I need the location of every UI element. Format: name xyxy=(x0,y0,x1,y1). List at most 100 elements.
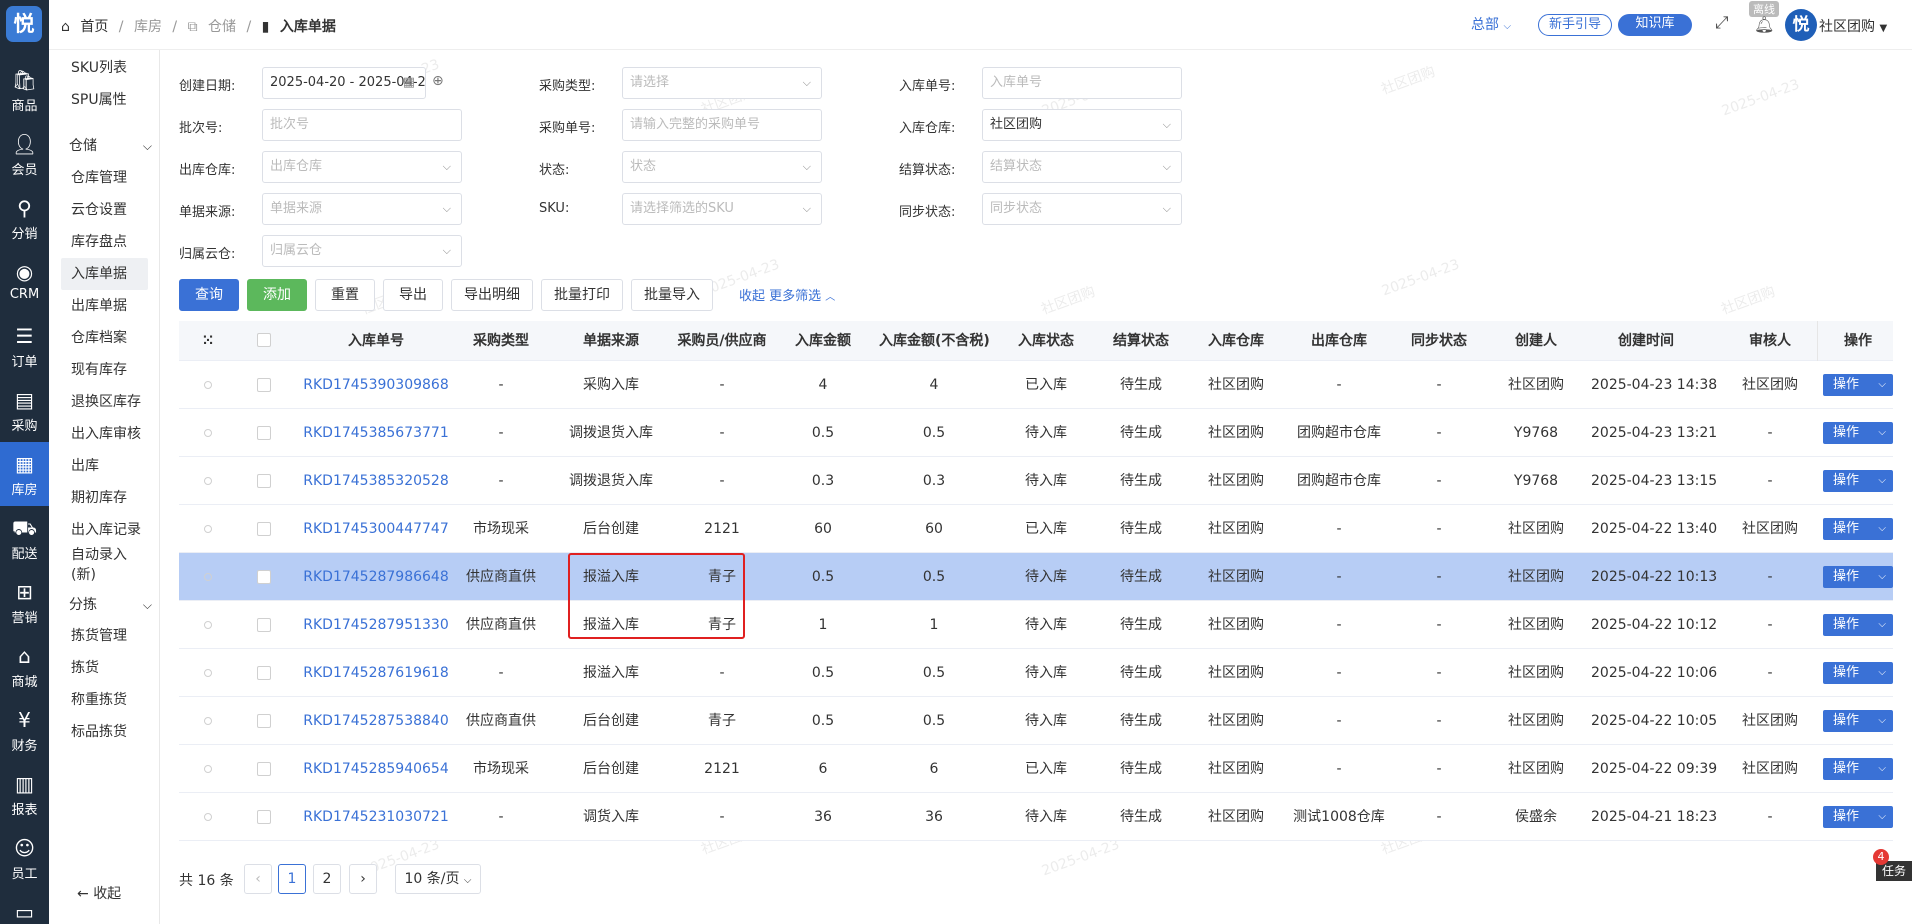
subnav-item-13[interactable]: 期初库存 xyxy=(49,482,159,514)
row-operation-button[interactable]: 操作 ⌵ xyxy=(1823,374,1893,396)
page-1-button[interactable]: 1 xyxy=(278,864,306,894)
batch-input[interactable]: 批次号 xyxy=(262,109,462,141)
iconbar-item-7[interactable]: ⛟ 配送 xyxy=(0,506,49,570)
row-operation-button[interactable]: 操作 ⌵ xyxy=(1823,614,1893,636)
row-checkbox[interactable] xyxy=(257,618,271,632)
iconbar-item-4[interactable]: ☰ 订单 xyxy=(0,314,49,378)
iconbar-item-9[interactable]: ⌂ 商城 xyxy=(0,634,49,698)
table-row[interactable]: RKD1745385320528 - 调拨退货入库 - 0.3 0.3 待入库 待生成 社区团购… xyxy=(179,457,1893,505)
batch-import-button[interactable]: 批量导入 xyxy=(631,279,713,311)
app-logo[interactable]: 悦 xyxy=(6,6,42,42)
inbound-no-link[interactable]: RKD1745287951330 xyxy=(301,601,451,649)
iconbar-item-3[interactable]: ◉ CRM xyxy=(0,250,49,314)
column-settings-icon[interactable]: ⁙ xyxy=(198,322,218,360)
row-radio[interactable] xyxy=(204,477,212,485)
create-date-range-input[interactable]: 2025-04-20 - 2025-04-23 ▦ xyxy=(262,67,426,99)
row-operation-button[interactable]: 操作 ⌵ xyxy=(1823,518,1893,540)
reset-button[interactable]: 重置 xyxy=(315,279,375,311)
subnav-item-16[interactable]: 分拣 ⌵ xyxy=(49,589,159,621)
iconbar-item-2[interactable]: ⚲ 分销 xyxy=(0,186,49,250)
subnav-item-3[interactable]: 仓库管理 xyxy=(49,162,159,194)
subnav-item-0[interactable]: SKU列表 xyxy=(49,52,159,84)
row-radio[interactable] xyxy=(204,717,212,725)
avatar[interactable]: 悦 xyxy=(1785,9,1817,41)
batch-print-button[interactable]: 批量打印 xyxy=(541,279,623,311)
table-row[interactable]: RKD1745287951330 供应商直供 报溢入库 青子 1 1 待入库 待生成 社区团购 -… xyxy=(179,601,1893,649)
row-checkbox[interactable] xyxy=(257,810,271,824)
row-checkbox[interactable] xyxy=(257,474,271,488)
row-radio[interactable] xyxy=(204,429,212,437)
row-radio[interactable] xyxy=(204,813,212,821)
sku-select[interactable]: 请选择筛选的SKU ⌵ xyxy=(622,193,822,225)
new-user-guide-button[interactable]: 新手引导 xyxy=(1538,14,1612,36)
inbound-wh-select[interactable]: 社区团购 ⌵ xyxy=(982,109,1182,141)
user-menu[interactable]: 社区团购 ▼ xyxy=(1819,16,1887,36)
row-checkbox[interactable] xyxy=(257,426,271,440)
row-operation-button[interactable]: 操作 ⌵ xyxy=(1823,470,1893,492)
table-row[interactable]: RKD1745285940654 市场现采 后台创建 2121 6 6 已入库 待生成 社区团购… xyxy=(179,745,1893,793)
subnav-item-12[interactable]: 出库 xyxy=(49,450,159,482)
source-select[interactable]: 单据来源 ⌵ xyxy=(262,193,462,225)
iconbar-item-0[interactable]: 🛍︎ 商品 xyxy=(0,58,49,122)
fullscreen-icon[interactable]: ⤢ xyxy=(1715,13,1729,33)
export-detail-button[interactable]: 导出明细 xyxy=(451,279,533,311)
iconbar-item-13[interactable]: ▭ xyxy=(0,890,49,924)
add-circle-icon[interactable]: ⊕ xyxy=(432,73,444,89)
subnav-item-7[interactable]: 出库单据 xyxy=(49,290,159,322)
status-select[interactable]: 状态 ⌵ xyxy=(622,151,822,183)
inbound-no-link[interactable]: RKD1745385673771 xyxy=(301,409,451,457)
home-icon[interactable]: ⌂ xyxy=(61,19,70,35)
subnav-item-19[interactable]: 称重拣货 xyxy=(49,684,159,716)
row-operation-button[interactable]: 操作 ⌵ xyxy=(1823,422,1893,444)
subnav-item-17[interactable]: 拣货管理 xyxy=(49,620,159,652)
iconbar-item-12[interactable]: ☺ 员工 xyxy=(0,826,49,890)
table-row[interactable]: RKD1745390309868 - 采购入库 - 4 4 已入库 待生成 社区团购 - - 社区团购… xyxy=(179,361,1893,409)
inbound-no-link[interactable]: RKD1745287986648 xyxy=(301,553,451,601)
row-checkbox[interactable] xyxy=(257,378,271,392)
subnav-item-15[interactable]: 自动录入(新) xyxy=(49,543,159,585)
table-row[interactable]: RKD1745231030721 - 调货入库 - 36 36 待入库 待生成 社区团购 测试10… xyxy=(179,793,1893,841)
collapse-subnav-button[interactable]: ← 收起 xyxy=(49,878,159,910)
cloud-select[interactable]: 归属云仓 ⌵ xyxy=(262,235,462,267)
row-checkbox[interactable] xyxy=(257,762,271,776)
iconbar-item-8[interactable]: ⊞ 营销 xyxy=(0,570,49,634)
subnav-item-9[interactable]: 现有库存 xyxy=(49,354,159,386)
inbound-no-link[interactable]: RKD1745231030721 xyxy=(301,793,451,841)
next-page-button[interactable]: › xyxy=(349,864,377,894)
subnav-item-5[interactable]: 库存盘点 xyxy=(49,226,159,258)
subnav-item-8[interactable]: 仓库档案 xyxy=(49,322,159,354)
row-operation-button[interactable]: 操作 ⌵ xyxy=(1823,710,1893,732)
subnav-item-4[interactable]: 云仓设置 xyxy=(49,194,159,226)
add-button[interactable]: 添加 xyxy=(247,279,307,311)
page-2-button[interactable]: 2 xyxy=(313,864,341,894)
knowledge-base-button[interactable]: 知识库 xyxy=(1618,14,1692,36)
subnav-item-6[interactable]: 入库单据 xyxy=(61,258,148,290)
row-checkbox[interactable] xyxy=(257,570,271,584)
breadcrumb-warehouse[interactable]: 库房 xyxy=(134,19,162,35)
inbound-no-link[interactable]: RKD1745385320528 xyxy=(301,457,451,505)
row-radio[interactable] xyxy=(204,765,212,773)
outbound-wh-select[interactable]: 出库仓库 ⌵ xyxy=(262,151,462,183)
row-checkbox[interactable] xyxy=(257,714,271,728)
row-operation-button[interactable]: 操作 ⌵ xyxy=(1823,662,1893,684)
purchase-type-select[interactable]: 请选择 ⌵ xyxy=(622,67,822,99)
page-size-select[interactable]: 10 条/页 ⌵ xyxy=(395,864,481,894)
inbound-no-link[interactable]: RKD1745287538840 xyxy=(301,697,451,745)
inbound-no-link[interactable]: RKD1745287619618 xyxy=(301,649,451,697)
subnav-item-1[interactable]: SPU属性 xyxy=(49,84,159,116)
export-button[interactable]: 导出 xyxy=(383,279,443,311)
row-radio[interactable] xyxy=(204,381,212,389)
iconbar-item-10[interactable]: ¥ 财务 xyxy=(0,698,49,762)
inbound-no-link[interactable]: RKD1745285940654 xyxy=(301,745,451,793)
bell-icon[interactable]: 🔔︎ xyxy=(1754,15,1774,34)
inbound-no-input[interactable]: 入库单号 xyxy=(982,67,1182,99)
iconbar-item-5[interactable]: ▤ 采购 xyxy=(0,378,49,442)
subnav-item-14[interactable]: 出入库记录 xyxy=(49,514,159,546)
sync-select[interactable]: 同步状态 ⌵ xyxy=(982,193,1182,225)
subnav-item-10[interactable]: 退换区库存 xyxy=(49,386,159,418)
table-row[interactable]: RKD1745287538840 供应商直供 后台创建 青子 0.5 0.5 待入库 待生成 社… xyxy=(179,697,1893,745)
table-row[interactable]: RKD1745287986648 供应商直供 报溢入库 青子 0.5 0.5 待入库 待生成社… xyxy=(179,553,1893,601)
row-operation-button[interactable]: 操作 ⌵ xyxy=(1823,566,1893,588)
subnav-item-2[interactable]: 仓储 ⌵ xyxy=(49,130,159,162)
select-all-checkbox[interactable] xyxy=(257,333,271,347)
